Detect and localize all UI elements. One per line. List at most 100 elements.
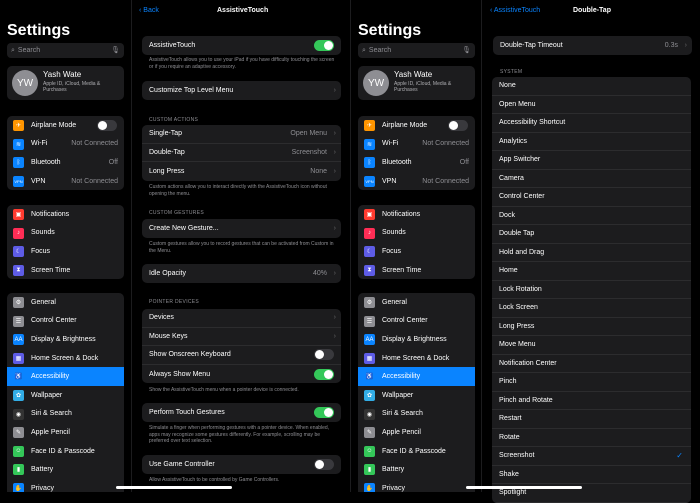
sidebar-item-accessibility[interactable]: ♿ Accessibility — [358, 367, 475, 386]
sidebar-item-siri-search[interactable]: ◉ Siri & Search — [7, 405, 124, 424]
single-tap-row[interactable]: Single-Tap Open Menu › — [142, 125, 341, 144]
option-shake[interactable]: Shake — [492, 466, 691, 484]
always-show-menu-toggle[interactable] — [314, 368, 334, 380]
option-none[interactable]: None — [492, 77, 691, 96]
option-analytics[interactable]: Analytics — [492, 133, 691, 151]
sidebar-item-notifications[interactable]: ▣ Notifications — [7, 205, 124, 224]
sidebar-item-label: Notifications — [382, 210, 421, 218]
option-accessibility-shortcut[interactable]: Accessibility Shortcut — [492, 114, 691, 133]
game-controller-toggle[interactable] — [314, 458, 334, 470]
row-label: AssistiveTouch — [149, 41, 196, 49]
sidebar-item-vpn[interactable]: VPN VPN Not Connected — [358, 172, 475, 191]
option-long-press[interactable]: Long Press — [492, 318, 691, 336]
search-input[interactable]: ⌕ Search 🎙 — [7, 43, 124, 58]
sidebar-item-display-brightness[interactable]: AA Display & Brightness — [7, 330, 124, 349]
sidebar-item-battery[interactable]: ▮ Battery — [358, 460, 475, 479]
sidebar-item-label: Display & Brightness — [31, 335, 96, 343]
perform-gestures-toggle[interactable] — [314, 406, 334, 418]
chevron-right-icon: › — [333, 148, 336, 156]
sidebar-item-bluetooth[interactable]: ᛒ Bluetooth Off — [7, 153, 124, 172]
sidebar-item-sounds[interactable]: ♪ Sounds — [7, 224, 124, 243]
perform-gestures-row: Perform Touch Gestures — [142, 403, 341, 422]
sidebar-item-focus[interactable]: ☾ Focus — [7, 242, 124, 261]
option-screenshot[interactable]: Screenshot ✓ — [492, 447, 691, 466]
sidebar-item-screen-time[interactable]: ⧗ Screen Time — [358, 261, 475, 280]
option-restart[interactable]: Restart — [492, 410, 691, 429]
search-icon: ⌕ — [362, 46, 366, 54]
sidebar-item-airplane-mode[interactable]: ✈ Airplane Mode — [7, 116, 124, 135]
option-double-tap[interactable]: Double Tap — [492, 225, 691, 244]
idle-opacity-row[interactable]: Idle Opacity 40% › — [142, 264, 341, 283]
devices-row[interactable]: Devices › — [142, 309, 341, 328]
microphone-icon[interactable]: 🎙 — [462, 46, 471, 54]
double-tap-timeout-row[interactable]: Double-Tap Timeout 0.3s › — [493, 36, 692, 55]
search-input[interactable]: ⌕ Search 🎙 — [358, 43, 475, 58]
option-open-menu[interactable]: Open Menu — [492, 96, 691, 114]
sidebar-item-airplane-mode[interactable]: ✈ Airplane Mode — [358, 116, 475, 135]
sidebar-item-apple-pencil[interactable]: ✎ Apple Pencil — [358, 423, 475, 442]
airplane-mode-toggle[interactable] — [97, 119, 117, 131]
create-gesture-row[interactable]: Create New Gesture... › — [142, 219, 341, 238]
airplane-mode-toggle[interactable] — [448, 119, 468, 131]
airplane-icon: ✈ — [364, 120, 375, 131]
assistivetouch-toggle[interactable] — [314, 39, 334, 51]
sidebar-item-control-center[interactable]: ☰ Control Center — [358, 312, 475, 331]
sidebar-item-bluetooth[interactable]: ᛒ Bluetooth Off — [358, 153, 475, 172]
back-button[interactable]: ‹ AssistiveTouch — [490, 7, 540, 14]
nav-title: Double-Tap — [573, 7, 611, 14]
option-home[interactable]: Home — [492, 262, 691, 281]
sidebar-item-apple-pencil[interactable]: ✎ Apple Pencil — [7, 423, 124, 442]
option-hold-and-drag[interactable]: Hold and Drag — [492, 244, 691, 262]
page-title: Settings — [7, 22, 71, 39]
sidebar-item-privacy[interactable]: ✋ Privacy — [358, 479, 475, 492]
sidebar-item-sounds[interactable]: ♪ Sounds — [358, 224, 475, 243]
long-press-row[interactable]: Long Press None › — [142, 162, 341, 181]
sidebar-item-notifications[interactable]: ▣ Notifications — [358, 205, 475, 224]
apple-id-profile[interactable]: YW Yash Wate Apple ID, iCloud, Media & P… — [358, 66, 475, 100]
sidebar-item-wallpaper[interactable]: ✿ Wallpaper — [7, 386, 124, 405]
option-control-center[interactable]: Control Center — [492, 188, 691, 207]
settings-group-connectivity: ✈ Airplane Mode ≋ Wi-Fi Not Connected ᛒ Blueto… — [7, 116, 124, 191]
sidebar-item-accessibility[interactable]: ♿ Accessibility — [7, 367, 124, 386]
idle-opacity-value: 40% — [312, 269, 327, 277]
back-button[interactable]: ‹ Back — [139, 7, 159, 14]
sidebar-item-wi-fi[interactable]: ≋ Wi-Fi Not Connected — [358, 135, 475, 154]
sidebar-item-wi-fi[interactable]: ≋ Wi-Fi Not Connected — [7, 135, 124, 154]
sidebar-item-focus[interactable]: ☾ Focus — [358, 242, 475, 261]
microphone-icon[interactable]: 🎙 — [111, 46, 120, 54]
option-lock-rotation[interactable]: Lock Rotation — [492, 281, 691, 299]
sidebar-item-general[interactable]: ⚙ General — [358, 293, 475, 312]
sidebar-item-label: Airplane Mode — [382, 121, 428, 129]
sidebar-item-privacy[interactable]: ✋ Privacy — [7, 479, 124, 492]
option-camera[interactable]: Camera — [492, 170, 691, 188]
notifications-icon: ▣ — [364, 209, 375, 220]
mouse-keys-row[interactable]: Mouse Keys › — [142, 328, 341, 347]
option-rotate[interactable]: Rotate — [492, 429, 691, 447]
sidebar-item-control-center[interactable]: ☰ Control Center — [7, 312, 124, 331]
sidebar-item-screen-time[interactable]: ⧗ Screen Time — [7, 261, 124, 280]
customize-menu-row[interactable]: Customize Top Level Menu › — [142, 81, 341, 100]
sidebar-item-siri-search[interactable]: ◉ Siri & Search — [358, 405, 475, 424]
sidebar-item-face-id-passcode[interactable]: ☺ Face ID & Passcode — [358, 442, 475, 461]
sidebar-item-home-screen-dock[interactable]: ▦ Home Screen & Dock — [358, 349, 475, 368]
option-label: Double Tap — [499, 230, 535, 238]
sidebar-item-general[interactable]: ⚙ General — [7, 293, 124, 312]
option-notification-center[interactable]: Notification Center — [492, 355, 691, 373]
option-pinch-and-rotate[interactable]: Pinch and Rotate — [492, 392, 691, 410]
option-move-menu[interactable]: Move Menu — [492, 336, 691, 355]
sidebar-item-display-brightness[interactable]: AA Display & Brightness — [358, 330, 475, 349]
sidebar-item-wallpaper[interactable]: ✿ Wallpaper — [358, 386, 475, 405]
customize-card: Customize Top Level Menu › — [142, 81, 341, 100]
show-keyboard-toggle[interactable] — [314, 349, 334, 361]
apple-pencil-icon: ✎ — [364, 427, 375, 439]
sidebar-item-home-screen-dock[interactable]: ▦ Home Screen & Dock — [7, 349, 124, 368]
sidebar-item-face-id-passcode[interactable]: ☺ Face ID & Passcode — [7, 442, 124, 461]
option-dock[interactable]: Dock — [492, 207, 691, 225]
option-lock-screen[interactable]: Lock Screen — [492, 299, 691, 318]
sidebar-item-battery[interactable]: ▮ Battery — [7, 460, 124, 479]
option-pinch[interactable]: Pinch — [492, 373, 691, 392]
apple-id-profile[interactable]: YW Yash Wate Apple ID, iCloud, Media & P… — [7, 66, 124, 100]
option-app-switcher[interactable]: App Switcher — [492, 151, 691, 170]
sidebar-item-vpn[interactable]: VPN VPN Not Connected — [7, 172, 124, 191]
double-tap-row[interactable]: Double-Tap Screenshot › — [142, 144, 341, 163]
